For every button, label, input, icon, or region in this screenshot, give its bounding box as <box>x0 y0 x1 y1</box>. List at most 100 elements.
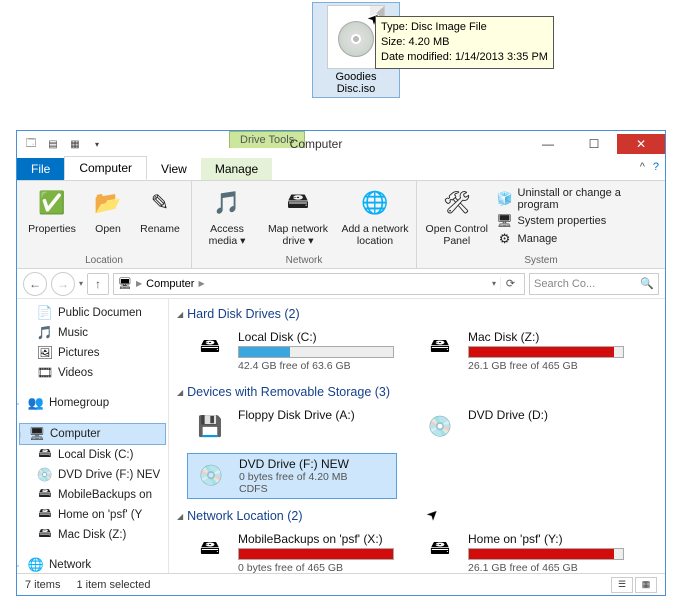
search-input[interactable]: Search Co... 🔍 <box>529 273 659 295</box>
sidebar-item-pictures[interactable]: 🖼Pictures <box>17 343 168 363</box>
map-drive-icon: 🖴 <box>280 185 316 221</box>
chevron-down-icon[interactable]: ◢ <box>19 430 24 439</box>
usage-bar <box>238 548 394 560</box>
search-placeholder: Search Co... <box>534 278 595 290</box>
chevron-down-icon: ◢ <box>177 388 183 397</box>
collapse-ribbon-icon[interactable]: ^ <box>640 161 645 173</box>
address-bar: ← → ▾ ↑ 🖥 ▶ Computer ▶ ▾ ⟳ Search Co... … <box>17 269 665 299</box>
uninstall-icon: 🧊 <box>497 191 513 207</box>
details-view-button[interactable]: ☰ <box>611 577 633 593</box>
qat-properties-icon[interactable]: ▤ <box>43 135 63 153</box>
group-label-system: System <box>423 254 659 268</box>
category-removable-storage[interactable]: ◢Devices with Removable Storage (3) <box>177 381 657 403</box>
ribbon-tabs: File Computer View Manage ^ ? <box>17 157 665 181</box>
sidebar-item-videos[interactable]: 🎞Videos <box>17 363 168 383</box>
explorer-window: 🗔 ▤ ▦ ▾ Drive Tools Computer — ☐ ✕ File … <box>16 130 666 596</box>
tab-computer[interactable]: Computer <box>64 156 147 180</box>
up-button[interactable]: ↑ <box>87 273 109 295</box>
sidebar-item-mobilebackups[interactable]: 🖴MobileBackups on <box>17 485 168 505</box>
tab-file[interactable]: File <box>17 158 64 180</box>
drive-mobilebackups-x[interactable]: 🖴 MobileBackups on 'psf' (X:) 0 bytes fr… <box>187 529 397 573</box>
network-drive-icon: 🖴 <box>420 532 460 568</box>
uninstall-program-button[interactable]: 🧊Uninstall or change a program <box>497 187 659 211</box>
properties-button[interactable]: ✅ Properties <box>23 183 81 235</box>
network-drive-icon: 🖴 <box>37 527 53 543</box>
drive-mac-disk-z[interactable]: 🖴 Mac Disk (Z:) 26.1 GB free of 465 GB <box>417 327 627 375</box>
sidebar-item-mac-disk[interactable]: 🖴Mac Disk (Z:) <box>17 525 168 545</box>
category-hard-disk-drives[interactable]: ◢Hard Disk Drives (2) <box>177 303 657 325</box>
drive-icon: 🖴 <box>37 447 53 463</box>
manage-icon: ⚙ <box>497 231 513 247</box>
icons-view-button[interactable]: ▦ <box>635 577 657 593</box>
properties-icon: ✅ <box>34 185 70 221</box>
network-drive-icon: 🖴 <box>37 507 53 523</box>
chevron-right-icon[interactable]: ▶ <box>198 279 204 288</box>
network-drive-icon: 🖴 <box>190 532 230 568</box>
drive-dvd-d[interactable]: 💿 DVD Drive (D:) <box>417 405 627 447</box>
refresh-button[interactable]: ⟳ <box>500 277 520 290</box>
sidebar-item-network[interactable]: ▷🌐Network <box>17 555 168 573</box>
map-network-drive-button[interactable]: 🖴 Map network drive ▾ <box>262 183 334 247</box>
chevron-right-icon[interactable]: ▶ <box>136 279 142 288</box>
network-drive-icon: 🖴 <box>37 487 53 503</box>
recent-locations-icon[interactable]: ▾ <box>79 279 83 288</box>
group-label-network: Network <box>198 254 410 268</box>
dvd-rom-icon: 💿 <box>191 457 231 493</box>
manage-button[interactable]: ⚙Manage <box>497 231 659 247</box>
videos-icon: 🎞 <box>37 365 53 381</box>
usage-bar <box>238 346 394 358</box>
network-icon: 🌐 <box>28 557 44 573</box>
sidebar-item-public-documents[interactable]: 📄Public Documen <box>17 303 168 323</box>
content-pane: ◢Hard Disk Drives (2) 🖴 Local Disk (C:) … <box>169 299 665 573</box>
forward-button[interactable]: → <box>51 272 75 296</box>
back-button[interactable]: ← <box>23 272 47 296</box>
minimize-button[interactable]: — <box>525 134 571 154</box>
computer-icon: 🖥 <box>118 277 132 290</box>
drive-floppy-a[interactable]: 💾 Floppy Disk Drive (A:) <box>187 405 397 447</box>
music-icon: 🎵 <box>37 325 53 341</box>
sidebar-item-music[interactable]: 🎵Music <box>17 323 168 343</box>
drive-icon: 🖴 <box>190 330 230 366</box>
drive-dvd-f[interactable]: 💿 DVD Drive (F:) NEW 0 bytes free of 4.2… <box>187 453 397 499</box>
pictures-icon: 🖼 <box>37 345 53 361</box>
breadcrumb[interactable]: 🖥 ▶ Computer ▶ ▾ ⟳ <box>113 273 525 295</box>
tooltip-type: Type: Disc Image File <box>381 20 548 35</box>
drive-home-psf-y[interactable]: 🖴 Home on 'psf' (Y:) 26.1 GB free of 465… <box>417 529 627 573</box>
rename-button[interactable]: ✎ Rename <box>135 183 185 235</box>
tab-manage[interactable]: Manage <box>201 158 272 180</box>
media-icon: 🎵 <box>209 185 245 221</box>
maximize-button[interactable]: ☐ <box>571 134 617 154</box>
address-dropdown-icon[interactable]: ▾ <box>492 279 496 288</box>
close-button[interactable]: ✕ <box>617 134 665 154</box>
open-button[interactable]: 📂 Open <box>87 183 129 235</box>
ribbon-group-network: 🎵 Access media ▾ 🖴 Map network drive ▾ 🌐… <box>192 181 417 268</box>
add-network-location-button[interactable]: 🌐 Add a network location <box>340 183 410 247</box>
chevron-down-icon: ◢ <box>177 310 183 319</box>
tooltip-size: Size: 4.20 MB <box>381 35 548 50</box>
sidebar-item-computer[interactable]: ◢🖥Computer <box>19 423 166 445</box>
chevron-right-icon[interactable]: ▷ <box>17 399 23 408</box>
chevron-down-icon: ◢ <box>177 512 183 521</box>
computer-icon: 🖥 <box>29 426 45 442</box>
drive-local-disk-c[interactable]: 🖴 Local Disk (C:) 42.4 GB free of 63.6 G… <box>187 327 397 375</box>
sidebar-item-dvd-drive-f[interactable]: 💿DVD Drive (F:) NEV <box>17 465 168 485</box>
access-media-button[interactable]: 🎵 Access media ▾ <box>198 183 256 247</box>
floppy-icon: 💾 <box>190 408 230 444</box>
usage-bar <box>468 548 624 560</box>
help-icon[interactable]: ? <box>653 161 659 173</box>
sidebar-item-local-disk-c[interactable]: 🖴Local Disk (C:) <box>17 445 168 465</box>
system-properties-button[interactable]: 🖥System properties <box>497 213 659 229</box>
status-bar: 7 items 1 item selected ☰ ▦ <box>17 573 665 595</box>
qat-newfolder-icon[interactable]: ▦ <box>65 135 85 153</box>
category-network-location[interactable]: ◢Network Location (2) <box>177 505 657 527</box>
iso-filename: Goodies Disc.iso <box>315 71 397 95</box>
qat-dropdown-icon[interactable]: ▾ <box>87 135 107 153</box>
dvd-icon: 💿 <box>420 408 460 444</box>
system-menu-icon[interactable]: 🗔 <box>21 135 41 153</box>
sidebar-item-homegroup[interactable]: ▷👥Homegroup <box>17 393 168 413</box>
open-control-panel-button[interactable]: 🛠 Open Control Panel <box>423 183 491 247</box>
sidebar-item-home-psf[interactable]: 🖴Home on 'psf' (Y <box>17 505 168 525</box>
chevron-right-icon[interactable]: ▷ <box>17 561 23 570</box>
tab-view[interactable]: View <box>147 158 201 180</box>
breadcrumb-computer[interactable]: Computer <box>146 278 194 290</box>
